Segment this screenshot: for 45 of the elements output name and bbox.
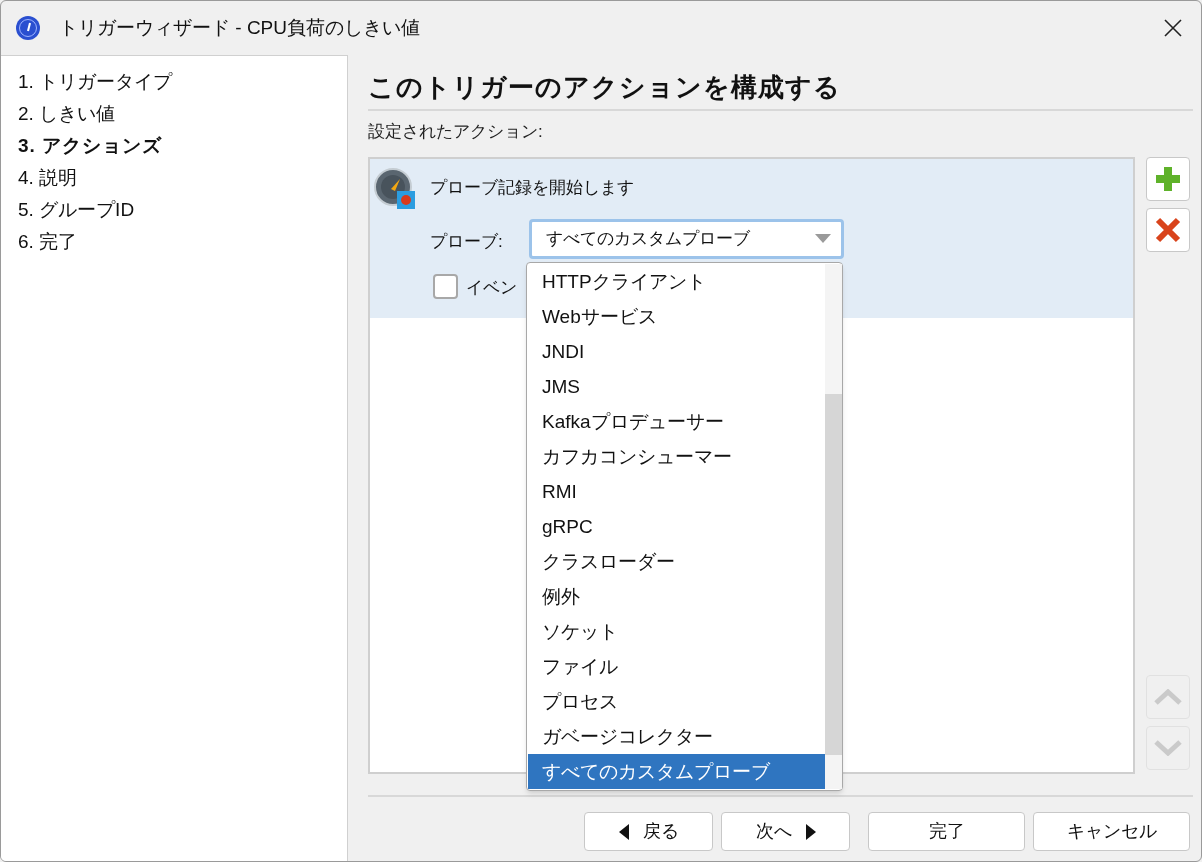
dropdown-option[interactable]: すべてのカスタムプローブ	[528, 754, 825, 789]
dropdown-option[interactable]: ガベージコレクター	[528, 719, 825, 754]
gauge-record-icon	[374, 168, 416, 210]
back-button[interactable]: 戻る	[584, 812, 713, 851]
remove-button[interactable]	[1146, 208, 1190, 252]
dropdown-option[interactable]: JMS	[528, 369, 825, 404]
probe-dropdown[interactable]: すべてのカスタムプローブ	[529, 219, 844, 259]
chevron-up-icon	[1154, 689, 1182, 705]
wizard-step[interactable]: 4. 説明	[18, 162, 347, 194]
dropdown-option[interactable]: ファイル	[528, 649, 825, 684]
dropdown-option[interactable]: ソケット	[528, 614, 825, 649]
probe-label: プローブ:	[430, 231, 503, 253]
action-title: プローブ記録を開始します	[430, 177, 634, 199]
dropdown-option[interactable]: 例外	[528, 579, 825, 614]
actions-label: 設定されたアクション:	[368, 121, 544, 143]
option-label: イベン	[466, 277, 517, 299]
wizard-step[interactable]: 1. トリガータイプ	[18, 66, 347, 98]
dropdown-option[interactable]: RMI	[528, 474, 825, 509]
dialog-button[interactable]: キャンセル	[1033, 812, 1190, 851]
next-button[interactable]: 次へ	[721, 812, 850, 851]
wizard-step[interactable]: 2. しきい値	[18, 98, 347, 130]
dropdown-option[interactable]: Kafkaプロデューサー	[528, 404, 825, 439]
caret-icon	[815, 234, 831, 244]
wizard-step[interactable]: 3. アクションズ	[18, 130, 347, 162]
right-triangle-icon	[805, 823, 816, 840]
dropdown-option[interactable]: プロセス	[528, 684, 825, 719]
dropdown-option[interactable]: gRPC	[528, 509, 825, 544]
left-triangle-icon	[618, 823, 629, 840]
option-checkbox[interactable]	[433, 274, 458, 299]
plus-icon	[1155, 166, 1181, 192]
dropdown-option[interactable]: カフカコンシューマー	[528, 439, 825, 474]
add-button[interactable]	[1146, 157, 1190, 201]
dropdown-option[interactable]: JNDI	[528, 334, 825, 369]
dropdown-option[interactable]: HTTPクライアント	[528, 264, 825, 299]
dropdown-option[interactable]: クラスローダー	[528, 544, 825, 579]
dialog-button[interactable]: 完了	[868, 812, 1025, 851]
chevron-down-icon	[1154, 740, 1182, 756]
window-title: トリガーウィザード - CPU負荷のしきい値	[59, 15, 420, 40]
app-gauge-icon	[15, 15, 41, 41]
scrollbar-thumb[interactable]	[825, 394, 842, 755]
wizard-step[interactable]: 6. 完了	[18, 226, 347, 258]
page-heading: このトリガーのアクションを構成する	[368, 67, 1193, 111]
close-icon	[1155, 217, 1181, 243]
close-icon[interactable]	[1163, 18, 1183, 38]
wizard-step[interactable]: 5. グループID	[18, 194, 347, 226]
